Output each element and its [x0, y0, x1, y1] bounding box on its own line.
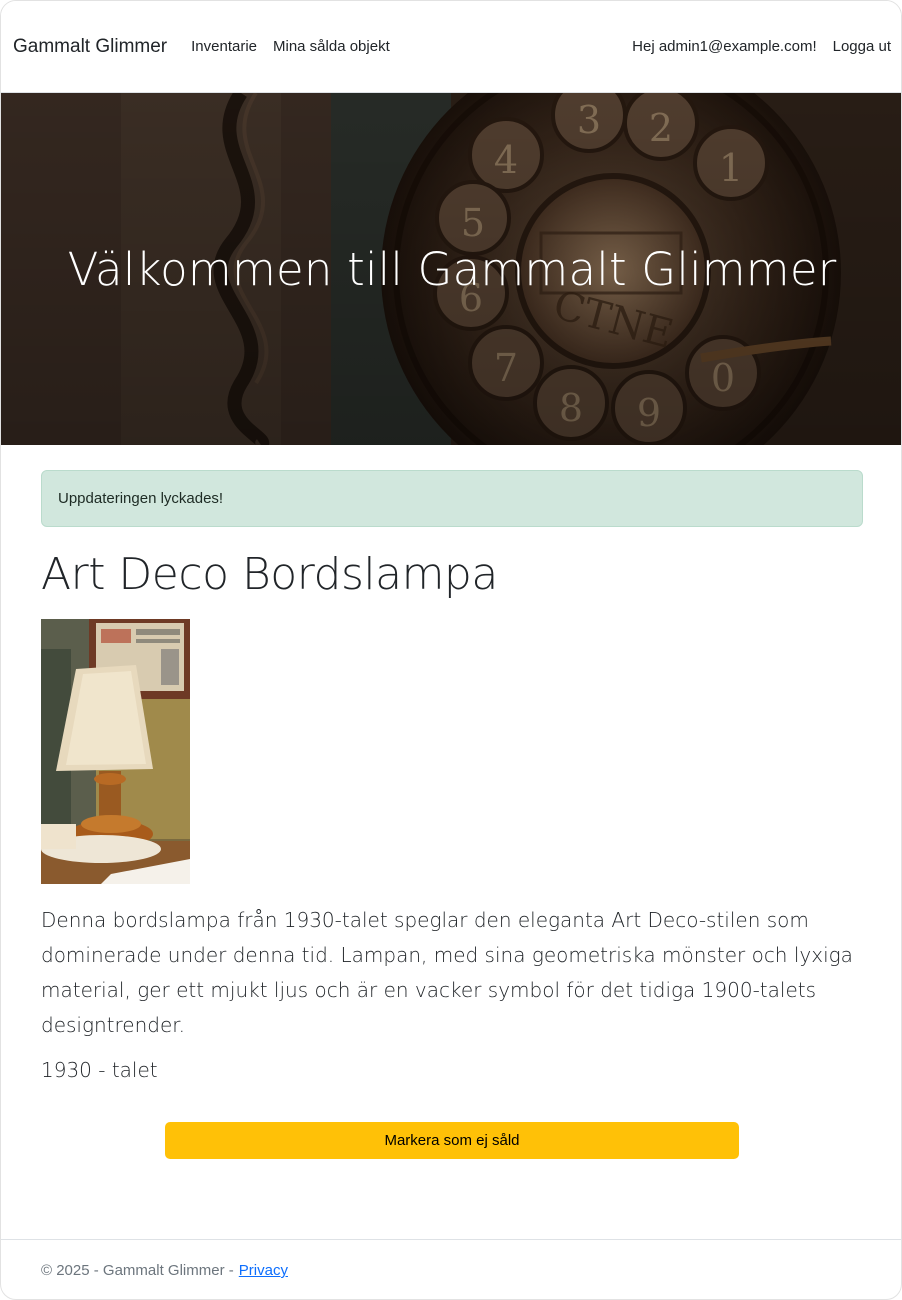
nav-link-sold-items[interactable]: Mina sålda objekt [273, 38, 390, 55]
success-alert: Uppdateringen lyckades! [41, 470, 863, 527]
hero-banner: 1234567890CTNE Välkommen till Gammalt Gl… [1, 93, 901, 445]
item-title: Art Deco Bordslampa [41, 549, 498, 600]
alert-message: Uppdateringen lyckades! [58, 490, 224, 507]
page: Gammalt Glimmer Inventarie Mina sålda ob… [0, 0, 902, 1300]
hero-title: Välkommen till Gammalt Glimmer [67, 242, 837, 296]
logout-link[interactable]: Logga ut [833, 38, 891, 55]
nav-right: Hej admin1@example.com! Logga ut [616, 38, 891, 55]
footer: © 2025 - Gammalt Glimmer - Privacy [1, 1239, 901, 1299]
item-description: Denna bordslampa från 1930-talet speglar… [41, 908, 853, 1037]
brand-link[interactable]: Gammalt Glimmer [13, 36, 167, 58]
user-greeting-link[interactable]: Hej admin1@example.com! [632, 38, 816, 55]
item-image [41, 619, 190, 884]
item-era: 1930 - talet [41, 1058, 158, 1082]
mark-unsold-button[interactable]: Markera som ej såld [165, 1122, 739, 1159]
nav-link-inventarie[interactable]: Inventarie [191, 38, 257, 55]
footer-copyright: © 2025 - Gammalt Glimmer - [41, 1262, 234, 1279]
privacy-link[interactable]: Privacy [239, 1262, 288, 1279]
navbar: Gammalt Glimmer Inventarie Mina sålda ob… [1, 1, 901, 93]
